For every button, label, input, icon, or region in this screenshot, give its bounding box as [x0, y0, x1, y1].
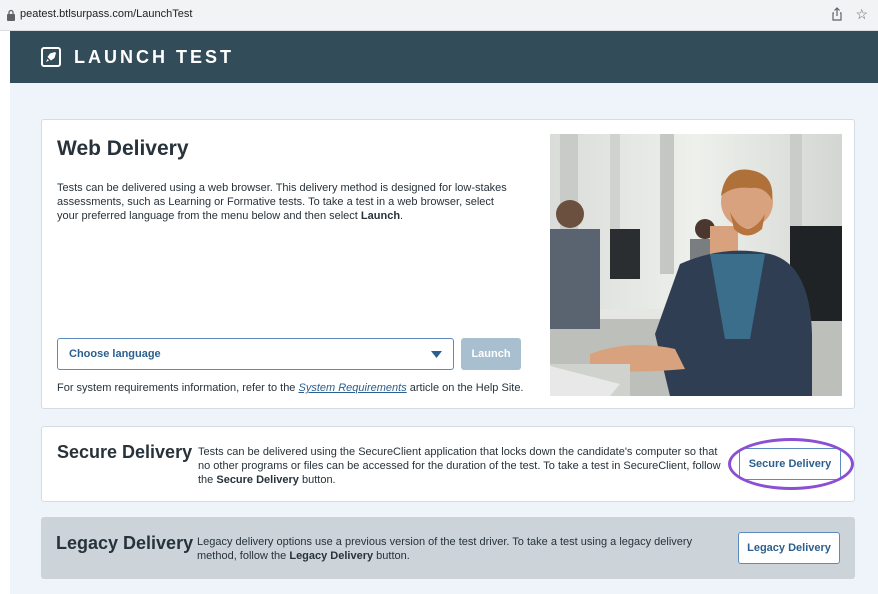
secure-delivery-title: Secure Delivery	[57, 442, 193, 462]
url-text[interactable]: peatest.btlsurpass.com/LaunchTest	[20, 8, 192, 20]
sysreq-prefix: For system requirements information, ref…	[57, 382, 299, 394]
app-window: LAUNCH TEST Web Delivery Tests can be de…	[10, 31, 878, 594]
web-delivery-desc-text: Tests can be delivered using a web brows…	[57, 182, 507, 222]
launch-button[interactable]: Launch	[461, 338, 521, 370]
legacy-desc-end: button.	[373, 550, 410, 562]
legacy-delivery-description: Legacy delivery options use a previous v…	[197, 535, 717, 563]
web-delivery-desc-bold: Launch	[360, 210, 401, 222]
rocket-logo-icon	[41, 47, 61, 67]
browser-address-bar[interactable]: peatest.btlsurpass.com/LaunchTest ☆	[0, 0, 878, 31]
secure-desc-bold: Secure Delivery	[216, 474, 299, 486]
lock-icon	[7, 9, 15, 21]
secure-delivery-card: Secure Delivery Tests can be delivered u…	[41, 426, 855, 502]
legacy-delivery-card: Legacy Delivery Legacy delivery options …	[41, 517, 855, 579]
web-delivery-desc-end: .	[400, 210, 404, 222]
secure-delivery-description: Tests can be delivered using the SecureC…	[198, 445, 728, 487]
legacy-delivery-title: Legacy Delivery	[56, 533, 194, 553]
web-delivery-card: Web Delivery Tests can be delivered usin…	[41, 119, 855, 409]
chevron-down-icon	[431, 351, 442, 358]
share-icon[interactable]	[830, 7, 844, 21]
legacy-delivery-button[interactable]: Legacy Delivery	[738, 532, 840, 564]
web-delivery-description: Tests can be delivered using a web brows…	[57, 181, 517, 223]
secure-desc-end: button.	[298, 474, 336, 486]
sysreq-suffix: article on the Help Site.	[406, 382, 524, 394]
secure-delivery-button[interactable]: Secure Delivery	[739, 448, 841, 480]
app-header: LAUNCH TEST	[10, 31, 878, 83]
legacy-desc-bold: Legacy Delivery	[289, 550, 374, 562]
legacy-desc-text: Legacy delivery options use a previous v…	[197, 536, 693, 562]
system-requirements-link[interactable]: System Requirements	[298, 382, 406, 394]
system-requirements-note: For system requirements information, ref…	[57, 382, 524, 394]
language-select[interactable]: Choose language	[57, 338, 454, 370]
language-select-label: Choose language	[69, 348, 161, 360]
app-title: LAUNCH TEST	[74, 47, 234, 67]
office-photo	[550, 134, 842, 396]
bookmark-star-icon[interactable]: ☆	[855, 5, 868, 23]
web-delivery-title: Web Delivery	[57, 137, 189, 160]
